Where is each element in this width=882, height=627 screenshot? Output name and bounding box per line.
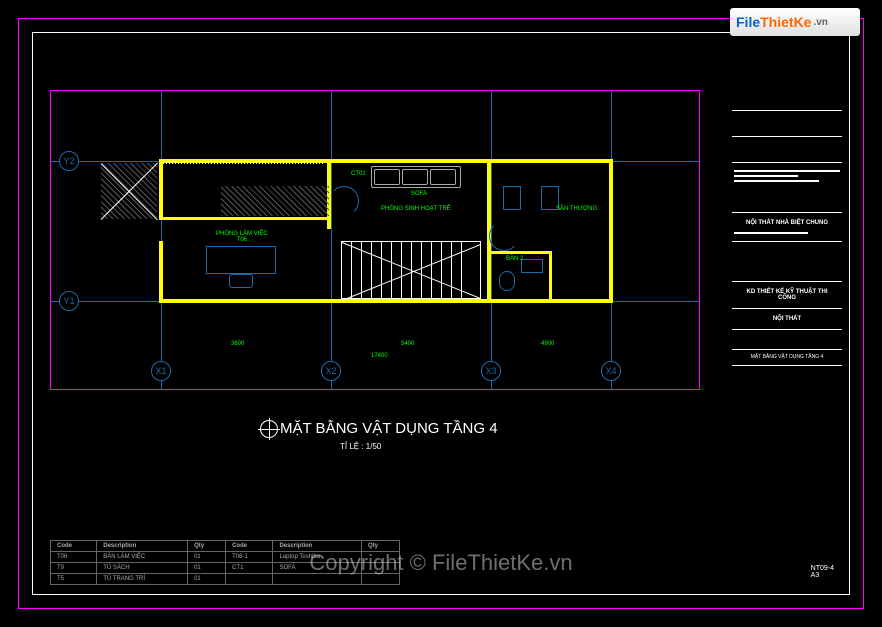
dim-1: 3600 (231, 341, 244, 347)
chair (229, 274, 253, 288)
room-label-5: CT01 (351, 171, 366, 177)
room-label-1: PHÒNG LÀM VIỆC T06 (216, 231, 268, 243)
desk (206, 246, 276, 274)
stair-steps (341, 241, 481, 299)
tb-sheet: MẶT BẰNG VẬT DỤNG TẦNG 4 (734, 354, 840, 361)
drawing-scale: TỈ LỆ : 1/50 (340, 442, 381, 451)
room-label-3: SÂN THƯỢNG (556, 206, 597, 212)
drawing-number: NT09-4A3 (811, 565, 834, 579)
grid-bubble-x3: X3 (481, 361, 501, 381)
toilet (499, 271, 515, 291)
wall-wc (491, 251, 551, 254)
wall-left-upper (159, 159, 163, 219)
wall-wc2 (549, 251, 552, 301)
grid-line-x2 (331, 91, 332, 389)
cad-canvas: File ThietKe .vn Y2 Y1 X1 X2 X3 X4 3600 … (0, 0, 882, 627)
grid-bubble-y2: Y2 (59, 151, 79, 171)
dim-total: 17400 (371, 353, 388, 359)
drawing-viewport: Y2 Y1 X1 X2 X3 X4 3600 5400 4900 17400 (50, 90, 700, 390)
grid-bubble-x2: X2 (321, 361, 341, 381)
logo-suffix: .vn (813, 17, 827, 28)
door-2 (489, 221, 519, 251)
sink (521, 259, 543, 273)
logo-part2: ThietKe (760, 14, 811, 30)
window-top (163, 161, 323, 164)
title-block: NỘI THẤT NHÀ BIỆT CHUNG KD THIẾT KẾ KỸ T… (732, 40, 842, 587)
copyright-watermark: Copyright © FileThietKe.vn (309, 550, 572, 576)
grid-bubble-y1: Y1 (59, 291, 79, 311)
logo-watermark: File ThietKe .vn (730, 8, 860, 36)
dim-2: 5400 (401, 341, 414, 347)
drawing-title: MẶT BẰNG VẬT DỤNG TẦNG 4 (280, 420, 498, 437)
north-arrow-icon (260, 420, 278, 438)
grid-bubble-x1: X1 (151, 361, 171, 381)
room-label-2: PHÒNG SINH HOẠT TRÊ (381, 206, 451, 212)
grid-line-x1 (161, 91, 162, 389)
grid-bubble-x4: X4 (601, 361, 621, 381)
chair-1 (503, 186, 521, 210)
sofa (371, 166, 461, 188)
wall-bottom (159, 299, 613, 303)
wall-left-lower (159, 241, 163, 303)
tb-firm: KD THIẾT KẾ KỸ THUẬT THI CÔNG (734, 286, 840, 304)
room-label-6: SOFA (411, 191, 427, 197)
logo-part1: File (736, 14, 760, 30)
door-1 (329, 186, 359, 216)
wall-int-3 (159, 217, 331, 220)
tb-project: NỘI THẤT NHÀ BIỆT CHUNG (734, 217, 840, 229)
counter-hatch (221, 186, 329, 216)
dim-3: 4900 (541, 341, 554, 347)
wall-right (609, 159, 613, 303)
tb-section: NỘI THẤT (734, 313, 840, 325)
room-label-4: BÀN 2 (506, 256, 523, 262)
